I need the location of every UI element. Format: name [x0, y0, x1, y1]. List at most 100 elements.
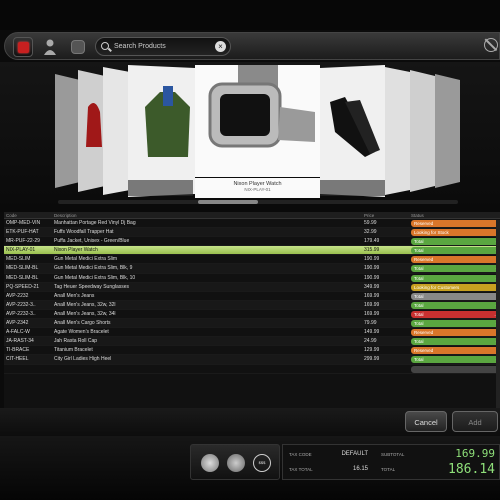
cell-code: TI-BRACE: [6, 347, 30, 354]
table-scrollbar[interactable]: [496, 220, 500, 408]
product-card-left-2: [103, 67, 130, 195]
product-card-right-3: [410, 70, 435, 192]
cell-description: Gun Metal Medici Extra Slim: [54, 256, 118, 263]
table-row[interactable]: [4, 365, 500, 374]
coverflow-caption: Nixon Player Watch NIX-PLAY-01: [195, 178, 320, 198]
cell-price: 190.99: [364, 265, 380, 272]
payment-icon[interactable]: $$$: [253, 454, 271, 472]
toolbar: Search Products ×: [4, 32, 500, 60]
table-row[interactable]: AVP-2342 Anall Men's Cargo Shorts 79.99 Tot…: [4, 319, 500, 329]
product-card-left-4: [55, 74, 80, 188]
status-badge: Total0: [411, 356, 500, 364]
table-header: Code Description Price Status: [4, 212, 500, 219]
status-text: Total: [414, 239, 424, 245]
cell-code: JA-RAST-34: [6, 338, 34, 345]
grid-view-button[interactable]: [71, 40, 85, 54]
col-description[interactable]: Description: [54, 213, 77, 218]
cell-code: ETK-PUF-HAT: [6, 229, 39, 236]
coverflow-scrollbar[interactable]: [58, 200, 458, 204]
footer-icon-group: $$$: [190, 444, 280, 480]
table-row[interactable]: AVP-2232 Anall Men's Jeans 169.99 Total: [4, 292, 500, 301]
cell-description: Tag Heuer Speedway Sunglasses: [54, 283, 130, 290]
cell-price: 79.99: [364, 320, 377, 327]
search-icon: [101, 42, 109, 50]
no-entry-icon[interactable]: [484, 38, 498, 52]
tax-code-value[interactable]: DEFAULT: [323, 451, 368, 457]
table-row[interactable]: OMP-MED-VIN Manhattan Portage Red Vinyl D…: [4, 219, 500, 229]
cell-code: PQ-SPEED-21: [6, 283, 40, 290]
status-text: Total: [414, 266, 424, 272]
cancel-button[interactable]: Cancel: [405, 411, 447, 432]
col-status[interactable]: Status: [411, 213, 424, 218]
total-label: TOTAL: [381, 467, 396, 472]
cell-code: A-FALC-W: [6, 329, 30, 336]
table-row[interactable]: PQ-SPEED-21 Tag Heuer Speedway Sunglasses…: [4, 282, 500, 292]
status-badge: Reserved: [411, 347, 500, 355]
cell-code: AVP-2342: [6, 320, 29, 327]
status-text: Total: [414, 293, 424, 299]
table-row[interactable]: TI-BRACE Titanium Bracelet 129.99 Reserved: [4, 346, 500, 356]
table-row[interactable]: ETK-PUF-HAT Fuffs Woodfall Trapper Hat 32.…: [4, 228, 500, 238]
coverflow-scroll-thumb[interactable]: [198, 200, 258, 204]
discount-icon[interactable]: [227, 454, 245, 472]
cell-price: 299.99: [364, 356, 380, 363]
table-row[interactable]: AVP-2232-3.. Anall Men's Jeans, 32w, 32l 1…: [4, 300, 500, 310]
cell-code: AVP-2232-3..: [6, 301, 36, 308]
cell-price: 190.99: [364, 274, 380, 281]
status-badge: Total0: [411, 320, 500, 328]
table-row[interactable]: NIX-PLAY-01 Nixon Player Watch 315.99 Total…: [4, 246, 500, 256]
status-badge: Reserved: [411, 220, 500, 227]
status-text: Looking for Stock: [414, 230, 449, 236]
search-input[interactable]: Search Products ×: [95, 37, 231, 56]
customer-icon[interactable]: [201, 454, 219, 472]
cell-price: 190.99: [364, 256, 380, 263]
cell-description: Manhattan Portage Red Vinyl Dj Bag: [54, 220, 136, 226]
totals-panel: TAX CODE DEFAULT TAX TOTAL 16.15 SUBTOTA…: [282, 444, 500, 480]
cell-code: CIT-HEEL: [6, 356, 29, 363]
table-row[interactable]: MR-PUF-22-29 Puffa Jacket, Unisex - Green…: [4, 237, 500, 247]
clear-search-button[interactable]: ×: [215, 41, 226, 52]
cell-description: Jah Rasta Roll Cap: [54, 338, 98, 345]
cell-description: Anall Men's Jeans: [54, 292, 95, 299]
cell-description: Anall Men's Jeans, 32w, 32l: [54, 301, 116, 308]
table-row[interactable]: CIT-HEEL City Girl Ladies High Heel 299.99…: [4, 355, 500, 365]
col-code[interactable]: Code: [6, 213, 17, 218]
status-text: Reserved: [414, 257, 434, 263]
cell-description: Gun Metal Medici Extra Slim, Blk, 10: [54, 274, 136, 281]
table-row[interactable]: A-FALC-W Agate Women's Bracelet 149.99 Rese…: [4, 328, 500, 338]
col-price[interactable]: Price: [364, 213, 374, 218]
cell-price: 169.99: [364, 310, 380, 317]
cell-price: 179.49: [364, 238, 380, 245]
status-badge: Total-1: [411, 310, 500, 318]
cell-description: Gun Metal Medici Extra Slim, Blk, 9: [54, 265, 133, 272]
status-text: Total: [414, 311, 424, 317]
status-text: Reserved: [414, 330, 434, 336]
add-button[interactable]: Add: [452, 411, 498, 432]
table-body: OMP-MED-VIN Manhattan Portage Red Vinyl D…: [4, 219, 500, 374]
status-text: Reserved: [414, 221, 434, 226]
status-badge: Total0: [411, 265, 500, 273]
table-row[interactable]: MED-SLIM Gun Metal Medici Extra Slim 190.9…: [4, 255, 500, 265]
table-row[interactable]: MED-SLIM-BL Gun Metal Medici Extra Slim, …: [4, 264, 500, 274]
cell-description: Anall Men's Cargo Shorts: [54, 320, 111, 327]
status-badge: Reserved: [411, 256, 500, 264]
status-text: Reserved: [414, 348, 434, 354]
status-badge: Total0: [411, 338, 500, 346]
footer: $$$ TAX CODE DEFAULT TAX TOTAL 16.15 SUB…: [0, 436, 500, 500]
cell-price: 169.99: [364, 292, 380, 299]
table-row[interactable]: MED-SLIM-BL Gun Metal Medici Extra Slim, …: [4, 274, 500, 283]
status-badge: Total0: [411, 301, 500, 309]
cell-price: 315.99: [364, 247, 380, 254]
status-badge: [411, 365, 500, 373]
status-text: Total: [414, 357, 424, 363]
person-icon-button[interactable]: [40, 37, 60, 57]
stop-record-button[interactable]: [13, 37, 33, 57]
status-badge: Total0: [411, 238, 500, 246]
search-placeholder: Search Products: [114, 43, 166, 50]
table-row[interactable]: JA-RAST-34 Jah Rasta Roll Cap 24.99 Total0: [4, 337, 500, 347]
product-table: Code Description Price Status OMP-MED-VI…: [4, 212, 500, 408]
status-text: Total: [414, 275, 424, 281]
table-row[interactable]: AVP-2232-3.. Anall Men's Jeans, 32w, 34l 1…: [4, 310, 500, 320]
cell-code: MR-PUF-22-29: [6, 238, 40, 245]
cell-price: 169.99: [364, 301, 380, 308]
